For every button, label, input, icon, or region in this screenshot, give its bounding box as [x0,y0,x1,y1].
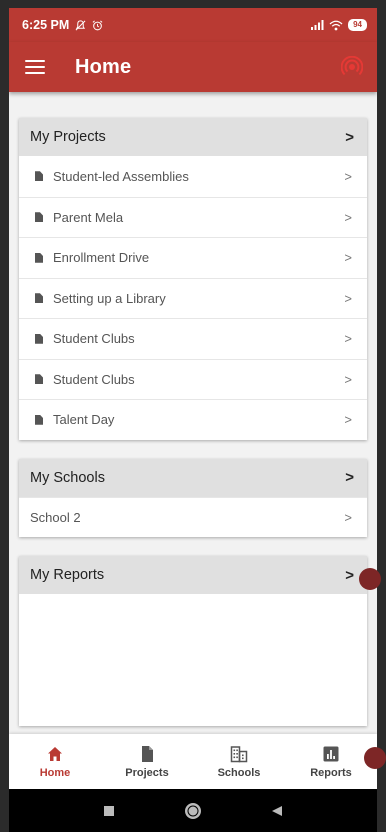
chevron-right-icon: > [344,209,352,225]
bottom-navigation: Home Projects Schools Reports [9,734,377,789]
schools-card: My Schools > School 2 > [19,458,367,538]
home-circle-icon[interactable] [184,802,202,820]
alarm-clock-icon [92,20,103,30]
project-item[interactable]: Setting up a Library > [19,277,367,319]
chevron-right-icon: > [344,250,352,266]
chevron-right-icon: > [344,168,352,184]
chevron-right-icon: > [345,128,354,146]
nav-projects-label: Projects [125,766,169,779]
document-icon [35,212,43,223]
document-icon [35,333,43,344]
school-item[interactable]: School 2 > [19,496,367,538]
chevron-right-icon: > [344,509,352,525]
nav-reports-label: Reports [310,766,352,779]
nav-home-label: Home [39,766,71,779]
projects-header[interactable]: My Projects > [19,118,367,156]
touch-indicator-dot [364,747,386,769]
project-item[interactable]: Enrollment Drive > [19,237,367,278]
reports-title: My Reports [30,567,105,583]
nav-reports[interactable]: Reports [285,734,377,789]
projects-list: Student-led Assemblies > Parent Mela > E… [19,156,367,440]
building-icon [230,745,248,762]
project-item-label: Student-led Assemblies [53,168,189,184]
school-item-label: School 2 [30,509,81,525]
home-content: My Projects > Student-led Assemblies > P… [9,92,377,750]
project-item[interactable]: Talent Day > [19,399,367,440]
system-navigation-bar [9,789,377,832]
document-icon [35,252,43,263]
nav-home[interactable]: Home [9,734,101,789]
project-item[interactable]: Student-led Assemblies > [19,156,367,197]
recents-icon[interactable] [103,805,115,817]
project-item-label: Student Clubs [53,331,135,347]
signal-icon [311,20,324,30]
document-icon [35,293,43,304]
projects-card: My Projects > Student-led Assemblies > P… [19,118,367,440]
back-icon[interactable] [271,805,283,817]
home-icon [48,746,62,761]
wifi-icon [329,20,343,30]
reports-header[interactable]: My Reports > [19,556,367,594]
chevron-right-icon: > [345,469,354,486]
battery-icon: 94 [348,19,367,31]
chevron-right-icon: > [345,566,354,584]
chevron-right-icon: > [344,371,352,387]
document-icon [142,745,153,762]
project-item-label: Parent Mela [53,209,124,225]
project-item-label: Enrollment Drive [53,250,150,266]
project-item-label: Talent Day [53,412,115,428]
reports-card: My Reports > [19,556,367,726]
nav-projects[interactable]: Projects [101,734,193,789]
status-time: 6:25 PM [22,18,70,32]
schools-header[interactable]: My Schools > [19,458,367,497]
chevron-right-icon: > [344,331,352,347]
project-item[interactable]: Student Clubs > [19,358,367,400]
reports-body [19,594,367,726]
bar-chart-icon [323,746,339,761]
document-icon [35,374,43,385]
chevron-right-icon: > [344,412,352,428]
nav-schools[interactable]: Schools [193,734,285,789]
project-item-label: Setting up a Library [53,290,166,306]
app-bar: Home [9,42,377,92]
touch-indicator-dot [359,568,381,590]
status-bar: 6:25 PM 94 [9,8,377,42]
live-broadcast-icon[interactable] [341,56,363,78]
nav-schools-label: Schools [217,766,261,779]
project-item[interactable]: Parent Mela > [19,196,367,238]
project-item-label: Student Clubs [53,371,135,387]
page-title: Home [75,55,132,78]
project-item[interactable]: Student Clubs > [19,318,367,359]
app-screen: 6:25 PM 94 Home My Projects > Student-le… [9,8,377,832]
document-icon [35,171,43,182]
chevron-right-icon: > [344,290,352,306]
schools-title: My Schools [30,469,105,486]
hamburger-menu-icon[interactable] [25,60,45,74]
projects-title: My Projects [30,129,106,145]
document-icon [35,414,43,425]
notification-off-icon [75,19,86,30]
